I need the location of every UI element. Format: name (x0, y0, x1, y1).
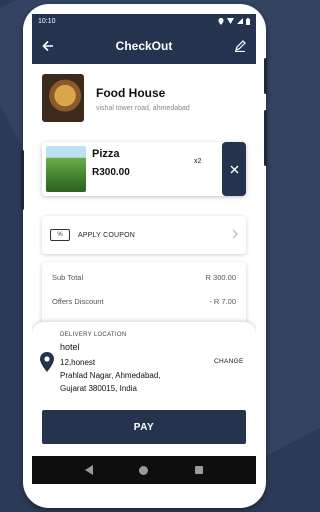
cart-item-image (46, 146, 86, 192)
restaurant-image (42, 74, 84, 122)
apply-coupon-label: APPLY COUPON (78, 231, 135, 239)
battery-status-icon (246, 17, 250, 25)
signal-status-icon (237, 18, 243, 24)
location-pin-icon (40, 352, 54, 372)
location-status-icon (218, 17, 224, 25)
summary-label: Offers Discount (52, 297, 104, 306)
address-line: Gujarat 380015, India (60, 384, 137, 393)
chevron-right-icon (232, 228, 238, 242)
summary-value: R 300.00 (205, 273, 236, 282)
change-address-button[interactable]: CHANGE (214, 358, 244, 365)
delivery-address: 12,honest Prahlad Nagar, Ahmedabad, Guja… (60, 356, 220, 395)
phone-side-button (21, 150, 24, 210)
status-time: 10:10 (38, 17, 56, 25)
restaurant-name: Food House (96, 86, 166, 100)
restaurant-address: vishal tower road, ahmedabad (96, 105, 190, 112)
close-icon (230, 165, 238, 173)
coupon-ticket-icon: % (50, 229, 70, 241)
summary-value: - R 7.00 (209, 297, 236, 306)
status-icons (218, 17, 250, 25)
status-bar: 10:10 (32, 14, 256, 28)
delivery-name: hotel (60, 342, 80, 352)
cart-item-card: Pizza R300.00 x2 (42, 142, 246, 196)
restaurant-info: Food House vishal tower road, ahmedabad (42, 74, 190, 122)
phone-side-button (264, 58, 267, 94)
phone-side-button (264, 110, 267, 166)
address-line: Prahlad Nagar, Ahmedabad, (60, 371, 161, 380)
pay-button[interactable]: PAY (42, 410, 246, 444)
android-nav-bar (32, 456, 256, 484)
order-summary: Sub Total R 300.00 Offers Discount - R 7… (42, 262, 246, 324)
back-arrow-icon[interactable] (40, 38, 56, 54)
cart-item-name: Pizza (92, 148, 120, 160)
app-header: CheckOut (32, 28, 256, 64)
nav-home-icon[interactable] (139, 465, 149, 475)
nav-recents-icon[interactable] (194, 466, 203, 474)
apply-coupon-button[interactable]: % APPLY COUPON (42, 216, 246, 254)
address-line: 12,honest (60, 358, 96, 367)
page-title: CheckOut (115, 39, 173, 53)
app-screen: 10:10 CheckOut Food House vishal tower r… (32, 14, 256, 484)
delivery-section-label: DELIVERY LOCATION (60, 332, 127, 338)
summary-label: Sub Total (52, 273, 84, 282)
cart-item-price: R300.00 (92, 167, 130, 178)
cart-item-quantity: x2 (194, 158, 202, 165)
remove-item-button[interactable] (222, 142, 246, 196)
nav-back-icon[interactable] (85, 465, 94, 475)
wifi-status-icon (227, 18, 234, 24)
summary-row-subtotal: Sub Total R 300.00 (52, 273, 236, 282)
summary-row-discount: Offers Discount - R 7.00 (52, 297, 236, 306)
edit-pencil-icon[interactable] (232, 38, 248, 54)
